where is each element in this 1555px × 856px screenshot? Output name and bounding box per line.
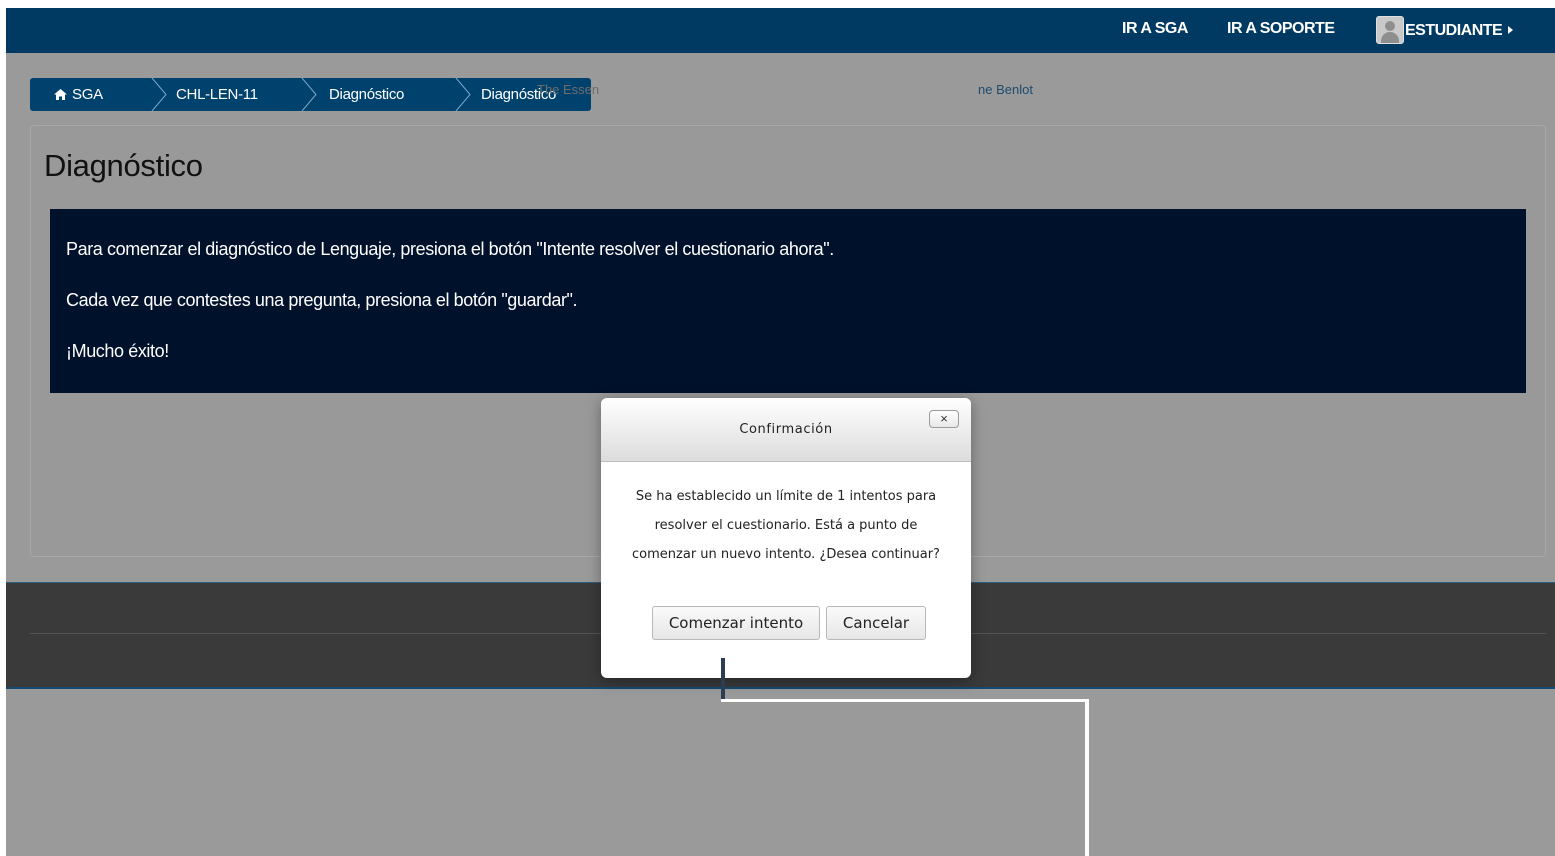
user-menu[interactable]: ESTUDIANTE [1376,8,1514,53]
dialog-header: Confirmación × [601,398,971,462]
breadcrumb: SGA CHL-LEN-11 Diagnóstico Diagnóstico [30,78,591,111]
intro-line-3: ¡Mucho éxito! [66,341,169,361]
top-border [0,0,1555,8]
confirmation-dialog: Confirmación × Se ha establecido un lími… [601,398,971,678]
quiz-intro-box: Para comenzar el diagnóstico de Lenguaje… [50,209,1526,393]
breadcrumb-separator-icon [301,78,317,111]
annotation-connector-line [721,658,725,700]
footer-credit-text: The Essen [537,82,600,97]
caret-right-icon [1508,25,1514,34]
top-navbar: IR A SGA IR A SOPORTE ESTUDIANTE [6,8,1555,53]
breadcrumb-item-diagnostico-section[interactable]: Diagnóstico [329,78,404,111]
intro-line-1: Para comenzar el diagnóstico de Lenguaje… [66,239,834,259]
annotation-connector-line-vertical [1085,699,1089,856]
cancel-button[interactable]: Cancelar [826,606,926,640]
annotation-connector-line-horizontal [721,699,1089,702]
page-title: Diagnóstico [44,148,203,183]
breadcrumb-label-sga: SGA [72,86,103,103]
user-avatar-icon [1376,15,1404,44]
dialog-title: Confirmación [739,422,833,437]
intro-line-2: Cada vez que contestes una pregunta, pre… [66,290,578,310]
left-border [0,0,6,856]
nav-link-soporte[interactable]: IR A SOPORTE [1227,8,1335,53]
dialog-message: Se ha establecido un límite de 1 intento… [632,489,940,562]
user-menu-label: ESTUDIANTE [1405,21,1503,39]
footer-credit-link[interactable]: ne Benlot [978,82,1033,97]
close-dialog-button[interactable]: × [929,410,959,428]
home-icon [54,79,67,100]
breadcrumb-separator-icon [455,78,471,111]
start-attempt-button[interactable]: Comenzar intento [652,606,820,640]
breadcrumb-item-sga[interactable]: SGA [54,78,103,111]
nav-link-sga[interactable]: IR A SGA [1122,8,1188,53]
breadcrumb-item-course[interactable]: CHL-LEN-11 [176,78,258,111]
breadcrumb-separator-icon [151,78,167,111]
close-icon: × [940,411,948,426]
